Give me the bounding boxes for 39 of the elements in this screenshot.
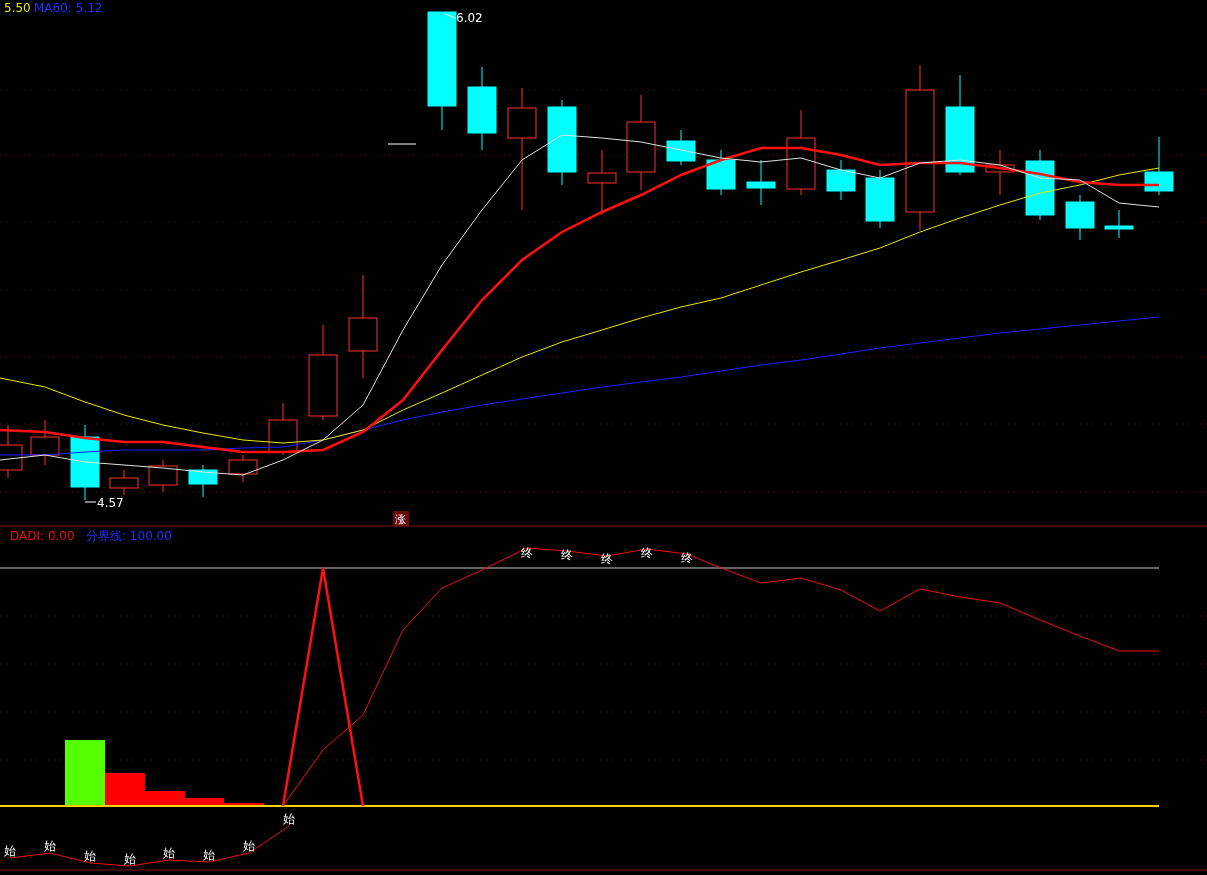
candlestick (826, 159, 856, 201)
end-mark: 终 (681, 551, 693, 565)
start-mark: 始 (243, 839, 255, 853)
candlestick (30, 419, 60, 466)
candlestick (865, 169, 895, 229)
indicator-legend: 分界线: 100.00 (86, 529, 172, 543)
start-mark: 始 (44, 839, 56, 853)
end-mark: 终 (601, 552, 613, 566)
start-mark: 始 (283, 812, 295, 826)
candlestick (148, 459, 178, 493)
start-mark: 始 (4, 844, 16, 858)
start-mark: 始 (84, 849, 96, 863)
candlestick (1025, 149, 1055, 221)
high-price-label: 6.02 (444, 11, 483, 25)
start-mark: 始 (124, 852, 136, 866)
end-mark: 终 (521, 546, 533, 560)
indicator-legend: DADI: 0.00 (10, 529, 75, 543)
candlestick (1065, 194, 1095, 241)
price-marker-line (387, 143, 417, 145)
end-mark: 终 (561, 548, 573, 562)
candlestick (1144, 136, 1174, 196)
candlestick (0, 424, 23, 479)
candlestick (188, 464, 218, 498)
candlestick (228, 454, 258, 483)
start-mark: 始 (163, 846, 175, 860)
candlestick (1104, 209, 1134, 239)
legend-value: MA60: 5.12 (34, 1, 103, 15)
candlestick (985, 149, 1015, 196)
candlestick (268, 402, 298, 456)
start-mark: 始 (203, 848, 215, 862)
end-mark: 终 (641, 546, 653, 560)
signal-mark: 涨 (393, 511, 409, 526)
candlestick (746, 159, 776, 206)
candlestick (706, 149, 736, 196)
legend-value: 5.50 (4, 1, 31, 15)
candlestick (109, 469, 139, 496)
low-price-label: 4.57 (84, 496, 124, 510)
candlestick (666, 129, 696, 166)
candlestick (587, 149, 617, 216)
